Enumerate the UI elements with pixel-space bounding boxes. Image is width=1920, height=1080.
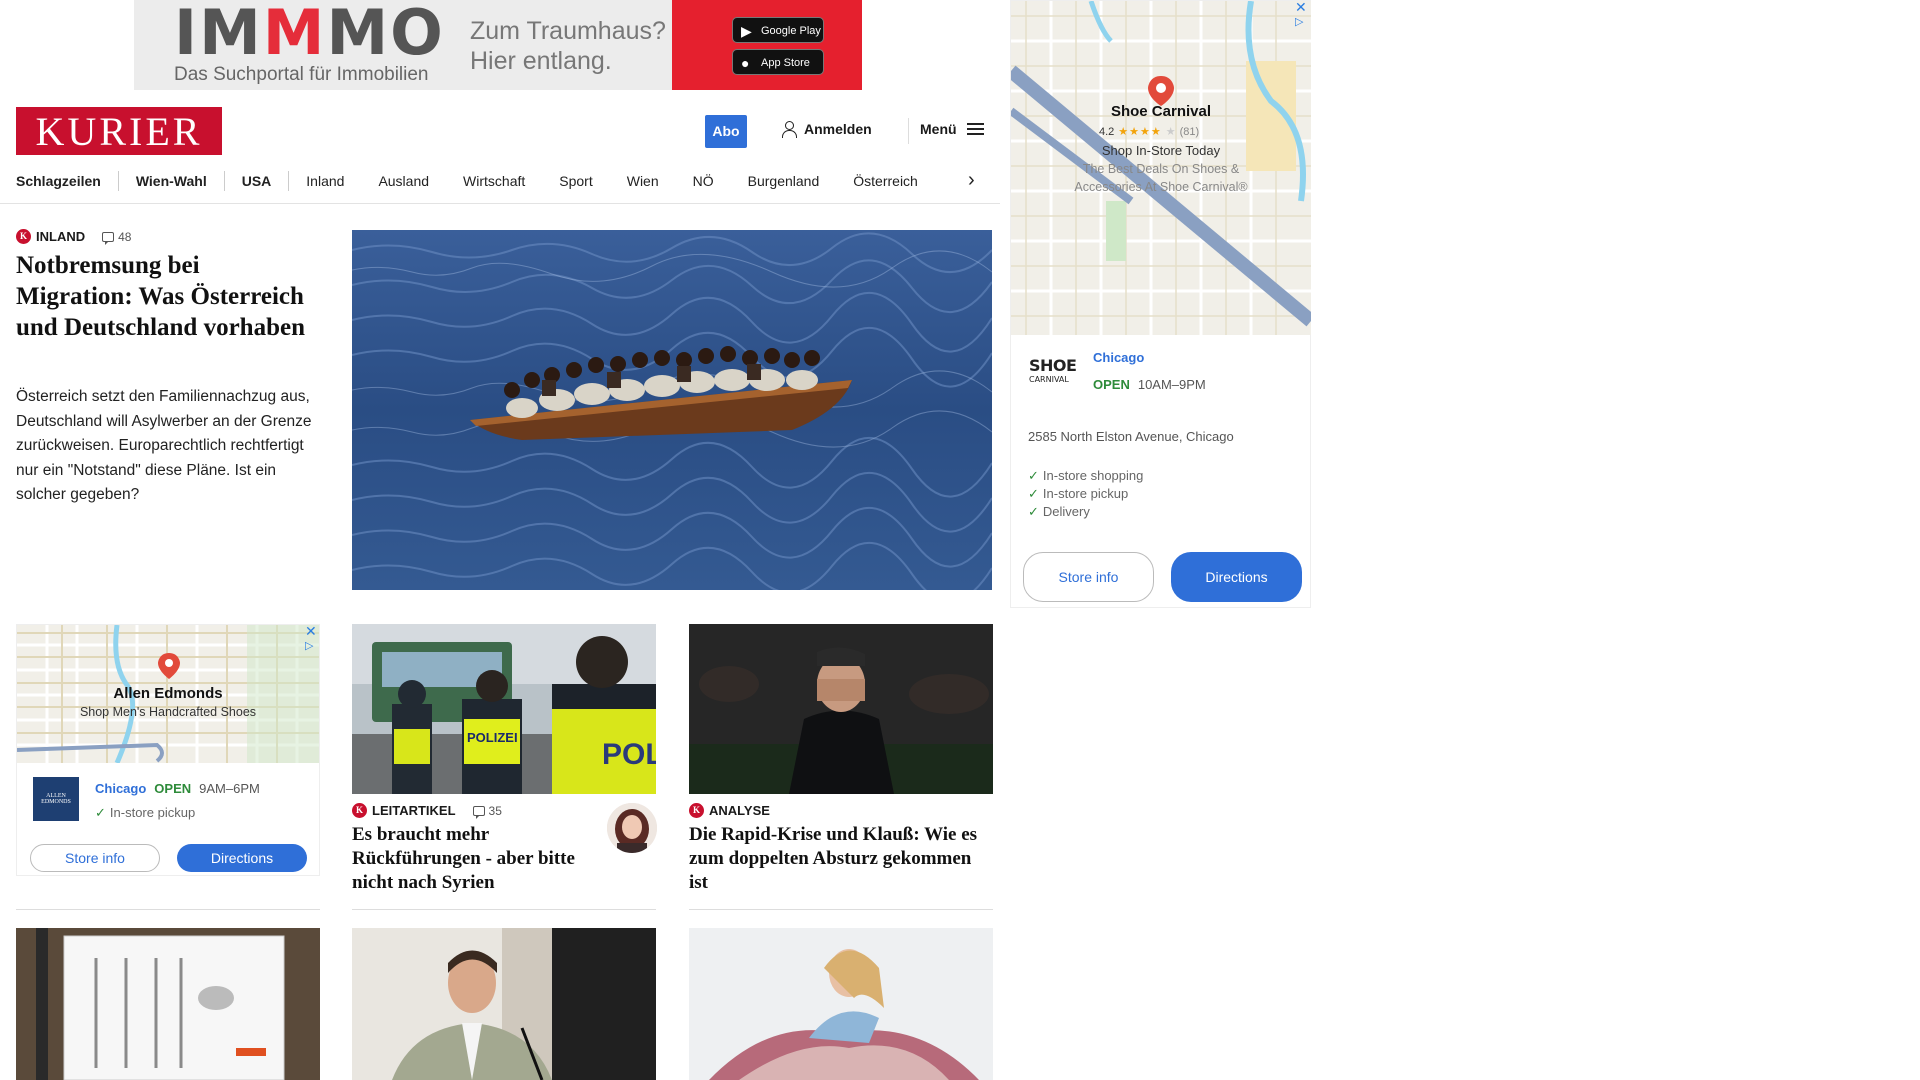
nav-item-wien[interactable]: Wien: [610, 173, 676, 189]
login-button[interactable]: Anmelden: [782, 121, 872, 138]
lead-image-migrant-boat[interactable]: [352, 230, 992, 590]
clothes-pile-photo[interactable]: [689, 928, 993, 1080]
store-info-button[interactable]: Store info: [30, 844, 160, 872]
ad-pin-subtitle: Shop Men's Handcrafted Shoes: [79, 705, 257, 719]
check-icon: ✓: [1028, 486, 1039, 501]
comment-icon: [102, 231, 115, 245]
adchoices-icon[interactable]: ▷: [305, 639, 313, 652]
star-empty-icon: ★: [1165, 126, 1176, 138]
ad-pin-title: Shoe Carnival: [1110, 103, 1212, 120]
immmo-banner-ad[interactable]: IMMMO Das Suchportal für Immobilien Zum …: [134, 0, 862, 90]
ad-red-panel: [672, 0, 862, 90]
nav-item-usa[interactable]: USA: [225, 173, 289, 189]
check-icon: ✓: [1028, 468, 1039, 483]
ad-feature: ✓ In-store pickup: [1028, 486, 1129, 501]
ad-pin-title: Allen Edmonds: [113, 685, 223, 702]
directions-button[interactable]: Directions: [1171, 552, 1302, 602]
ad-city: Chicago: [1093, 350, 1145, 365]
card-kicker-analyse: K ANALYSE: [689, 803, 770, 818]
nav-item-inland[interactable]: Inland: [289, 173, 361, 189]
card-divider: [689, 909, 993, 910]
store-info-button[interactable]: Store info: [1023, 552, 1154, 602]
ad-address: 2585 North Elston Avenue, Chicago: [1028, 429, 1234, 444]
lead-headline[interactable]: Notbremsung bei Migration: Was Österreic…: [16, 250, 306, 343]
card-headline-analyse[interactable]: Die Rapid-Krise und Klauß: Wie es zum do…: [689, 823, 994, 895]
card-divider: [352, 909, 656, 910]
close-icon[interactable]: ✕: [1295, 0, 1307, 16]
comment-count[interactable]: 35: [472, 804, 502, 819]
header-divider: [908, 118, 909, 144]
ad-store-status: Chicago OPEN 9AM–6PM: [95, 781, 260, 796]
comment-count[interactable]: 48: [102, 230, 131, 245]
kurier-logo[interactable]: KURIER: [16, 107, 222, 155]
nav-item-ausland[interactable]: Ausland: [361, 173, 446, 189]
kurier-k-icon: K: [16, 229, 31, 244]
allen-edmonds-ad[interactable]: Allen Edmonds Shop Men's Handcrafted Sho…: [16, 623, 320, 876]
vaccine-display-photo[interactable]: [16, 928, 320, 1080]
hamburger-icon: [966, 123, 984, 135]
nav-item-wirtschaft[interactable]: Wirtschaft: [446, 173, 542, 189]
card-divider: [16, 909, 320, 910]
shoe-carnival-logo: SHOE CARNIVAL: [1029, 356, 1077, 385]
card-kicker-leitartikel: K LEITARTIKEL 35: [352, 803, 502, 819]
close-icon[interactable]: ✕: [305, 623, 317, 640]
ad-subtitle: Das Suchportal für Immobilien: [174, 64, 429, 85]
lead-kicker: K INLAND 48: [16, 229, 131, 245]
apple-icon: ●: [741, 55, 750, 71]
shoe-carnival-ad[interactable]: ✕ ▷ Shoe Carnival 4.2 ★★★★ ★ (81) Shop In…: [1010, 0, 1311, 608]
directions-button[interactable]: Directions: [177, 844, 307, 872]
adchoices-icon[interactable]: ▷: [1295, 15, 1303, 28]
check-icon: ✓: [1028, 504, 1039, 519]
nav-item-sport[interactable]: Sport: [542, 173, 609, 189]
comment-icon: [472, 805, 485, 819]
google-play-button[interactable]: ▶ Google Play: [732, 17, 824, 43]
nav-item-schlagzeilen[interactable]: Schlagzeilen: [16, 173, 118, 189]
allen-edmonds-logo: ALLEN EDMONDS: [33, 777, 79, 821]
speaker-photo[interactable]: [352, 928, 656, 1080]
section-nav: Schlagzeilen Wien-Wahl USA Inland Auslan…: [16, 170, 935, 192]
card-headline-leitartikel[interactable]: Es braucht mehr Rückführungen - aber bit…: [352, 823, 597, 895]
ad-feature: ✓ Delivery: [1028, 504, 1090, 519]
abo-button[interactable]: Abo: [705, 115, 747, 148]
nav-divider-line: [0, 203, 1000, 204]
vest-lettering: POLI: [602, 738, 656, 771]
ad-feature: ✓ In-store shopping: [1028, 468, 1144, 483]
police-photo[interactable]: POLIZEI POLI: [352, 624, 656, 794]
ad-feature: ✓ In-store pickup: [95, 805, 196, 820]
user-icon: [782, 121, 797, 138]
immmo-logo: IMMMO: [174, 0, 445, 69]
check-icon: ✓: [95, 805, 106, 820]
ad-line2: The Best Deals On Shoes &: [1082, 162, 1240, 176]
play-icon: ▶: [741, 23, 752, 39]
nav-item-noe[interactable]: NÖ: [676, 173, 731, 189]
nav-item-wien-wahl[interactable]: Wien-Wahl: [119, 173, 224, 189]
rapid-player-photo[interactable]: [689, 624, 993, 794]
kurier-k-icon: K: [689, 803, 704, 818]
app-store-button[interactable]: ● App Store: [732, 49, 824, 75]
lead-teaser: Österreich setzt den Familiennachzug aus…: [16, 388, 312, 503]
ad-line3: Accessories At Shoe Carnival®: [1074, 180, 1248, 194]
ad-store-status: OPEN 10AM–9PM: [1093, 377, 1206, 392]
ad-line1: Shop In-Store Today: [1101, 143, 1221, 158]
ad-rating: 4.2 ★★★★ ★ (81): [1099, 125, 1200, 139]
chevron-right-icon[interactable]: ›: [968, 170, 975, 190]
ad-slogan: Zum Traumhaus? Hier entlang.: [470, 17, 666, 75]
author-avatar: [607, 803, 657, 853]
nav-item-burgenland[interactable]: Burgenland: [731, 173, 837, 189]
kurier-k-icon: K: [352, 803, 367, 818]
sea-boat-illustration: [352, 230, 992, 590]
vest-lettering: POLIZEI: [467, 730, 518, 745]
menu-button[interactable]: Menü: [920, 121, 984, 137]
nav-item-oesterreich[interactable]: Österreich: [836, 173, 935, 189]
star-rating-icon: ★★★★: [1118, 126, 1162, 138]
